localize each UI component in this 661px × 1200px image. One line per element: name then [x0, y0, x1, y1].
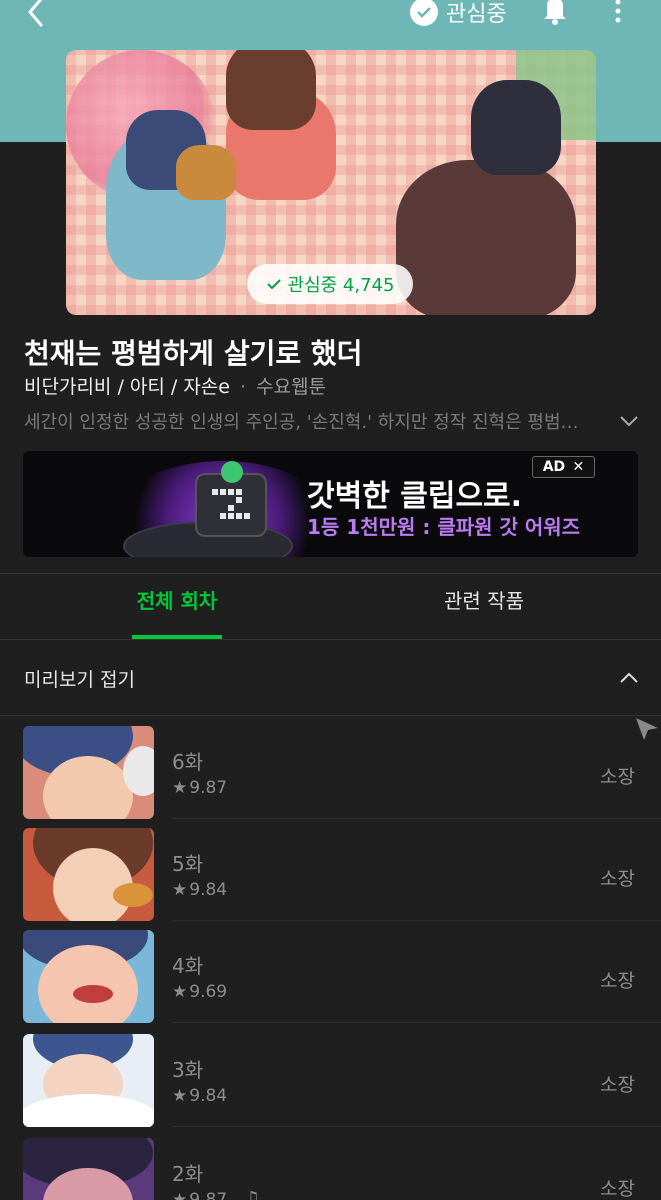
- ad-banner[interactable]: 갓벽한 클립으로. 1등 1천만원 : 클파원 갓 어워즈 AD ✕: [23, 451, 638, 557]
- tab-label: 관련 작품: [444, 589, 524, 613]
- episode-row[interactable]: 4화 ★ 9.69 소장: [0, 920, 661, 1023]
- notification-button[interactable]: [538, 0, 572, 28]
- series-schedule: 수요웹툰: [256, 376, 327, 398]
- episode-status: 소장: [600, 970, 635, 992]
- episode-thumbnail: [23, 1034, 154, 1127]
- rating-value: 9.87: [189, 1190, 228, 1200]
- episode-rating: ★ 9.87: [172, 778, 227, 798]
- ad-badge[interactable]: AD ✕: [532, 456, 595, 478]
- divider: [172, 1022, 661, 1023]
- episode-rating: ★ 9.84: [172, 880, 227, 900]
- preview-label: 미리보기 접기: [24, 669, 135, 691]
- preview-toggle-row[interactable]: 미리보기 접기: [0, 640, 661, 716]
- character-figure: [396, 160, 576, 315]
- episode-status: 소장: [600, 1178, 635, 1200]
- episode-row[interactable]: 2화 ★ 9.87 ♫ 소장: [0, 1128, 661, 1200]
- star-icon: ★: [172, 1086, 188, 1106]
- ad-subline: 1등 1천만원 : 클파원 갓 어워즈: [307, 515, 581, 539]
- episode-thumbnail: [23, 930, 154, 1023]
- bell-icon: [544, 0, 566, 25]
- rating-value: 9.69: [189, 982, 228, 1002]
- follow-count: 관심중 4,745: [287, 275, 395, 296]
- follow-button[interactable]: 관심중: [410, 0, 507, 30]
- follow-label: 관심중: [446, 2, 507, 27]
- episode-title: 4화: [172, 954, 204, 978]
- check-icon: [410, 0, 438, 26]
- episode-row[interactable]: 5화 ★ 9.84 소장: [0, 818, 661, 921]
- rating-value: 9.87: [189, 778, 228, 798]
- back-icon: [28, 0, 44, 27]
- episode-thumbnail: [23, 828, 154, 921]
- episode-title: 6화: [172, 750, 204, 774]
- top-bar: 관심중: [0, 0, 661, 44]
- episode-thumbnail: [23, 1138, 154, 1200]
- episode-rating: ★ 9.69: [172, 982, 227, 1002]
- tab-all-episodes[interactable]: 전체 회차: [132, 585, 222, 639]
- episode-rating: ★ 9.84: [172, 1086, 227, 1106]
- episode-row[interactable]: 6화 ★ 9.87 소장: [0, 716, 661, 819]
- music-note-icon: ♫: [244, 1188, 261, 1200]
- cover-follow-badge[interactable]: 관심중 4,745: [247, 264, 413, 304]
- ad-headline: 갓벽한 클립으로.: [307, 479, 523, 514]
- episode-status: 소장: [600, 766, 635, 788]
- ad-label: AD: [542, 459, 566, 475]
- rating-value: 9.84: [189, 880, 228, 900]
- meta-separator: ·: [240, 376, 247, 398]
- star-icon: ★: [172, 880, 188, 900]
- episode-status: 소장: [600, 868, 635, 890]
- divider: [0, 573, 661, 574]
- series-authors[interactable]: 비단가리비 / 아티 / 자손e: [24, 376, 230, 398]
- star-icon: ★: [172, 982, 188, 1002]
- star-icon: ★: [172, 1190, 188, 1200]
- star-icon: ★: [172, 778, 188, 798]
- episode-title: 5화: [172, 852, 204, 876]
- back-button[interactable]: [22, 0, 62, 34]
- tab-label: 전체 회차: [136, 589, 218, 613]
- more-icon: [615, 0, 621, 23]
- series-meta: 비단가리비 / 아티 / 자손e · 수요웹툰: [24, 372, 326, 399]
- episode-status: 소장: [600, 1074, 635, 1096]
- rating-value: 9.84: [189, 1086, 228, 1106]
- character-head: [471, 80, 561, 175]
- chevron-up-icon: [618, 670, 640, 686]
- check-icon: [266, 279, 281, 290]
- episode-title: 2화: [172, 1162, 204, 1186]
- episode-row[interactable]: 3화 ★ 9.84 소장: [0, 1024, 661, 1127]
- series-title: 천재는 평범하게 살기로 했더: [24, 337, 363, 370]
- close-icon[interactable]: ✕: [573, 459, 585, 475]
- character-head: [226, 50, 316, 130]
- episode-rating: ★ 9.87: [172, 1190, 227, 1200]
- episode-thumbnail: [23, 726, 154, 819]
- divider: [172, 1126, 661, 1127]
- episode-title: 3화: [172, 1058, 204, 1082]
- series-description[interactable]: 세간이 인정한 성공한 인생의 주인공, '손진혁.' 하지만 정작 진혁은 평…: [24, 408, 590, 434]
- trophy-gem-icon: [221, 461, 243, 483]
- tab-related-works[interactable]: 관련 작품: [420, 585, 548, 639]
- expand-description-button[interactable]: [618, 412, 640, 430]
- chevron-down-icon: [620, 416, 638, 427]
- dog-figure: [176, 145, 236, 200]
- more-button[interactable]: [606, 0, 630, 30]
